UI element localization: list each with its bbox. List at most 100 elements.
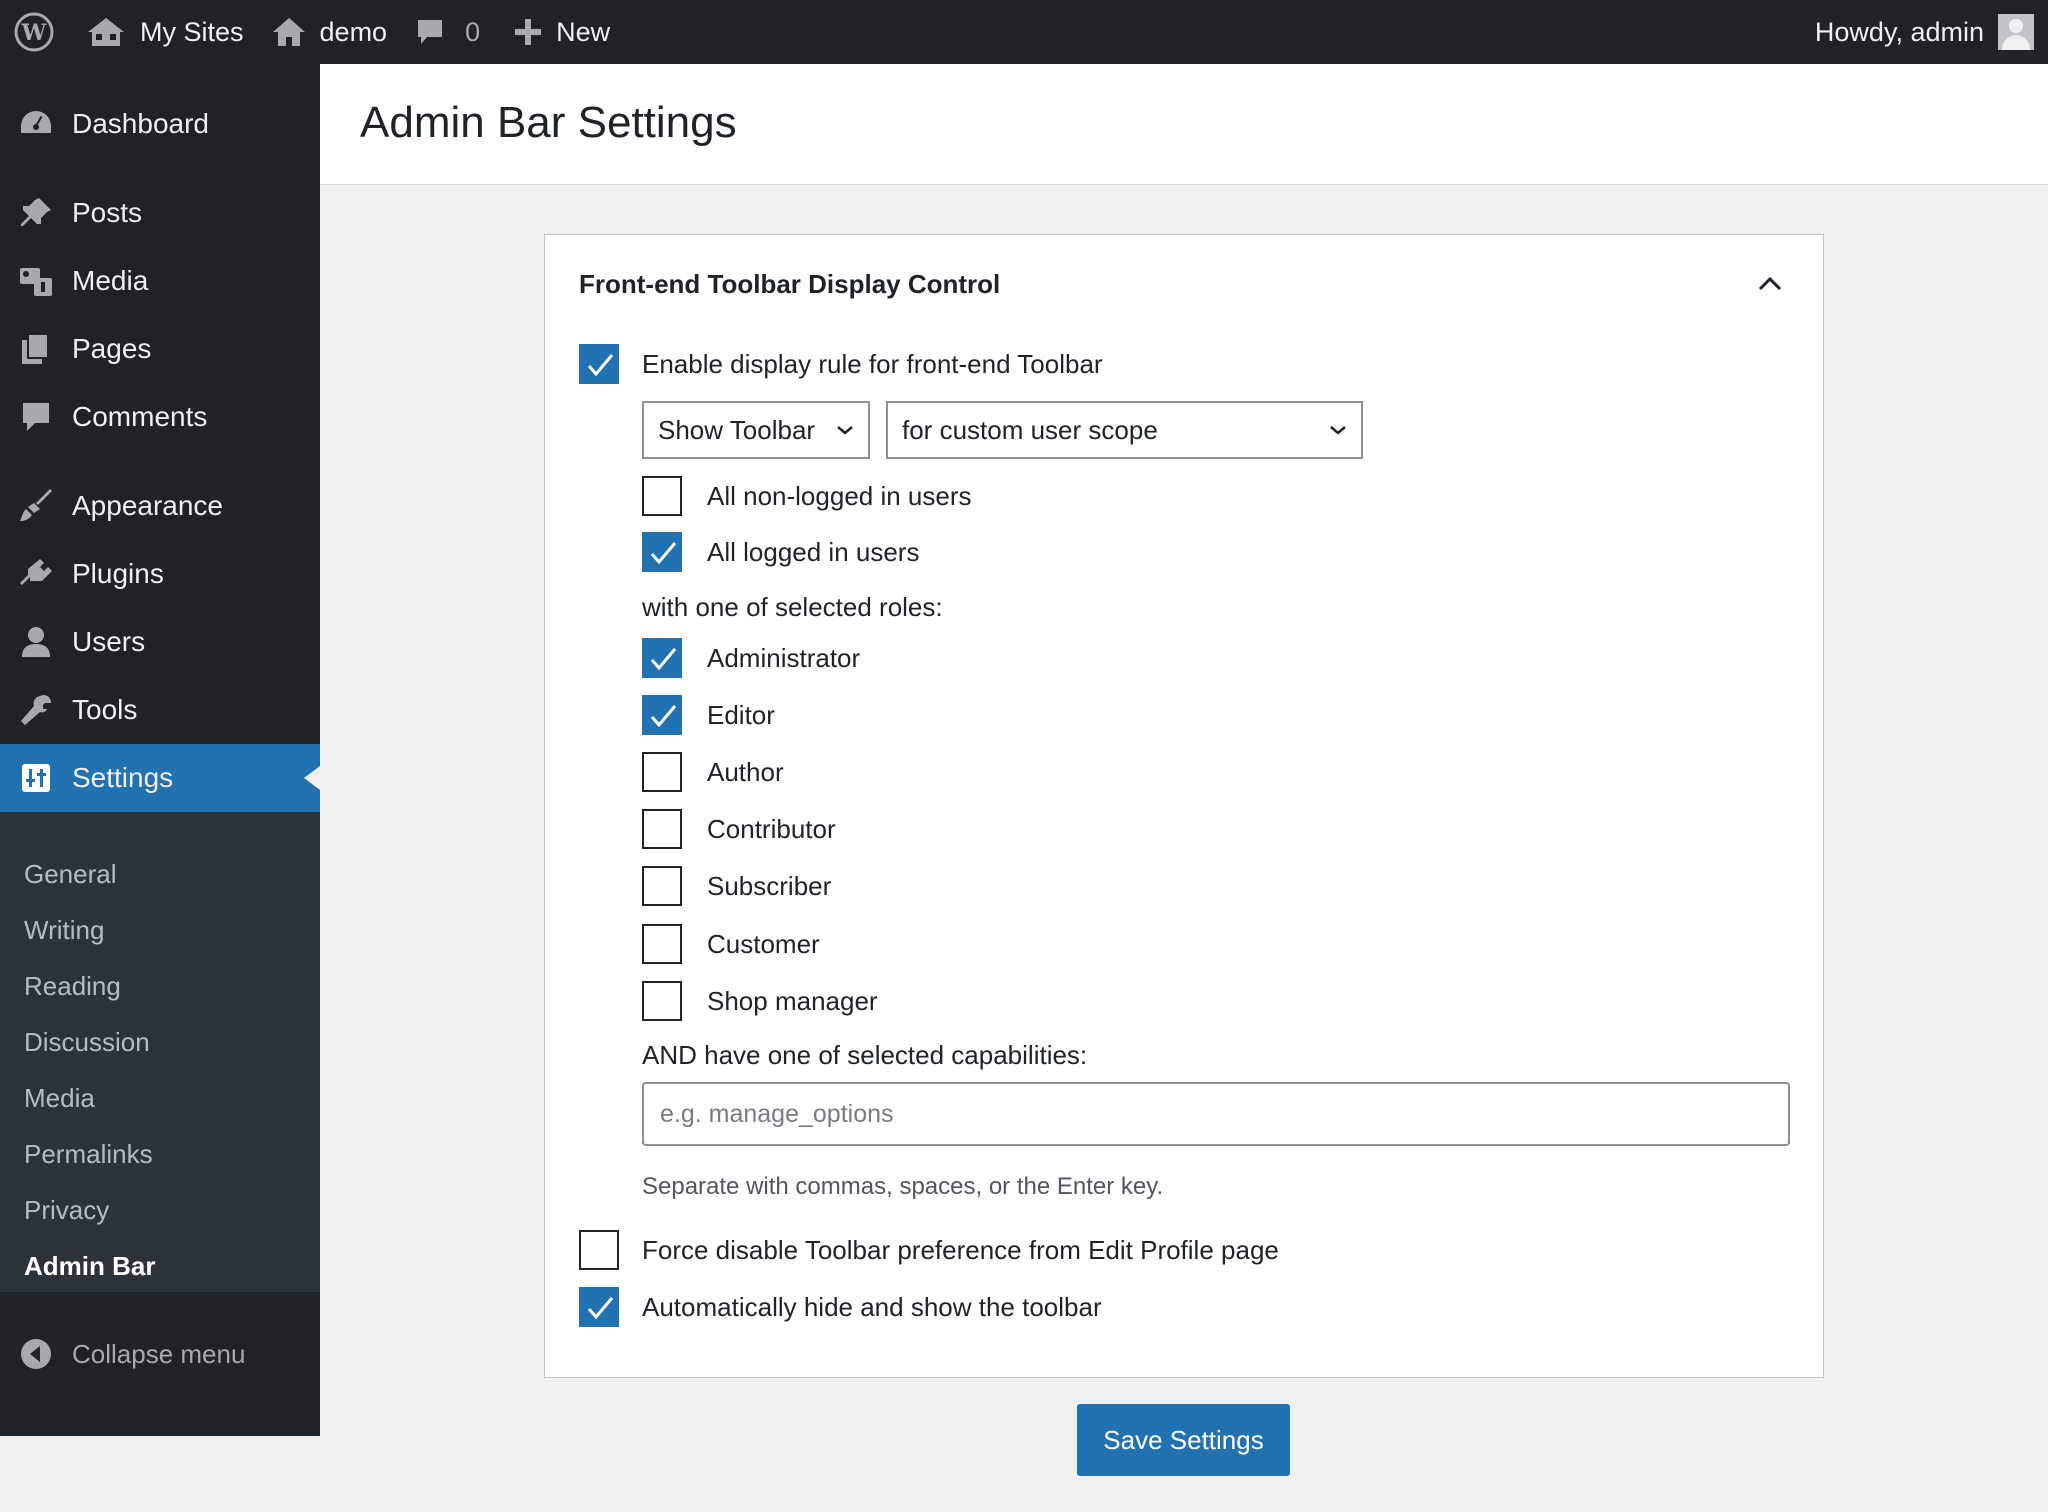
network-icon [88, 18, 124, 46]
settings-submenu: General Writing Reading Discussion Media… [0, 812, 320, 1292]
chevron-down-icon [1330, 426, 1346, 435]
sidebar-item-label: Media [72, 265, 149, 296]
role-customer-checkbox[interactable] [642, 924, 682, 964]
logged-users-checkbox[interactable] [642, 532, 682, 572]
sidebar-item-label: Plugins [72, 558, 164, 589]
sidebar-item-users[interactable]: Users [0, 608, 320, 676]
enable-rule-label: Enable display rule for front-end Toolba… [642, 349, 1103, 379]
plugin-icon [20, 559, 52, 585]
comments-menu[interactable]: 0 [401, 0, 494, 64]
pin-icon [21, 198, 51, 226]
submenu-item-general[interactable]: General [24, 854, 117, 894]
role-author-checkbox[interactable] [642, 752, 682, 792]
home-icon [272, 18, 305, 46]
sidebar-item-label: Tools [72, 694, 138, 725]
sidebar-item-label: Users [72, 626, 146, 657]
wordpress-logo-button[interactable]: W [0, 0, 72, 64]
sidebar-item-label: Settings [72, 762, 174, 793]
checkmark-icon [650, 542, 677, 565]
non-logged-users-label: All non-logged in users [707, 481, 972, 511]
submenu-item-discussion[interactable]: Discussion [24, 1022, 150, 1062]
panel-toggle-button[interactable] [1757, 275, 1783, 296]
save-settings-button[interactable]: Save Settings [1077, 1404, 1290, 1476]
submenu-item-reading[interactable]: Reading [24, 966, 121, 1006]
chevron-down-icon [837, 426, 853, 435]
my-sites-label: My Sites [140, 16, 244, 47]
checkmark-icon [587, 1297, 614, 1320]
action-select[interactable]: Show Toolbar [642, 401, 870, 459]
capabilities-heading: AND have one of selected capabilities: [642, 1040, 1088, 1070]
submenu-item-admin-bar[interactable]: Admin Bar [24, 1246, 155, 1286]
sidebar-item-plugins[interactable]: Plugins [0, 540, 320, 608]
admin-bar: W My Sites demo 0 New Howdy, admin [0, 0, 2048, 64]
page-header: Admin Bar Settings [320, 64, 2048, 185]
role-label: Author [707, 757, 784, 787]
checkmark-icon [650, 648, 677, 671]
sidebar-item-media[interactable]: Media [0, 247, 320, 315]
sidebar-item-settings[interactable]: Settings [0, 744, 320, 812]
my-sites-menu[interactable]: My Sites [72, 0, 258, 64]
comments-count: 0 [465, 16, 481, 47]
sidebar-item-tools[interactable]: Tools [0, 676, 320, 744]
sidebar-item-label: Appearance [72, 490, 224, 521]
role-label: Customer [707, 929, 820, 959]
role-editor-checkbox[interactable] [642, 695, 682, 735]
admin-menu: Dashboard Posts Media Pages Comments App… [0, 64, 320, 1436]
site-menu[interactable]: demo [258, 0, 402, 64]
brush-icon [20, 489, 52, 521]
avatar [1998, 14, 2034, 50]
role-subscriber-checkbox[interactable] [642, 866, 682, 906]
comment-icon [23, 403, 49, 431]
sidebar-item-appearance[interactable]: Appearance [0, 472, 320, 540]
sidebar-item-label: Pages [72, 333, 152, 364]
role-label: Contributor [707, 814, 836, 844]
auto-hide-label: Automatically hide and show the toolbar [642, 1292, 1102, 1322]
force-disable-label: Force disable Toolbar preference from Ed… [642, 1235, 1279, 1265]
role-administrator-checkbox[interactable] [642, 638, 682, 678]
sidebar-item-dashboard[interactable]: Dashboard [0, 90, 320, 158]
collapse-menu-button[interactable]: Collapse menu [0, 1324, 320, 1384]
non-logged-users-checkbox[interactable] [642, 476, 682, 516]
user-icon [22, 627, 50, 657]
sidebar-item-pages[interactable]: Pages [0, 315, 320, 383]
submenu-item-permalinks[interactable]: Permalinks [24, 1134, 153, 1174]
collapse-arrow-icon [21, 1339, 51, 1369]
role-shop-manager-checkbox[interactable] [642, 981, 682, 1021]
sidebar-item-label: Comments [72, 401, 208, 432]
scope-select[interactable]: for custom user scope [886, 401, 1363, 459]
sidebar-item-label: Dashboard [72, 108, 209, 139]
role-label: Shop manager [707, 986, 878, 1016]
force-disable-checkbox[interactable] [579, 1230, 619, 1270]
role-contributor-checkbox[interactable] [642, 809, 682, 849]
new-content-menu[interactable]: New [494, 0, 624, 64]
collapse-menu-label: Collapse menu [72, 1338, 246, 1369]
pages-icon [22, 333, 49, 364]
role-label: Administrator [707, 643, 861, 673]
logged-users-label: All logged in users [707, 537, 920, 567]
capabilities-input[interactable] [642, 1082, 1790, 1146]
page-title: Admin Bar Settings [360, 98, 737, 147]
submenu-item-writing[interactable]: Writing [24, 910, 104, 950]
my-account-menu[interactable]: Howdy, admin [1815, 0, 2048, 64]
sidebar-item-posts[interactable]: Posts [0, 179, 320, 247]
toolbar-display-panel: Front-end Toolbar Display Control Enable… [544, 234, 1824, 1378]
wordpress-logo-icon: W [14, 12, 54, 52]
panel-title: Front-end Toolbar Display Control [579, 269, 1001, 299]
comment-icon [418, 20, 443, 44]
sidebar-item-comments[interactable]: Comments [0, 383, 320, 451]
submenu-item-privacy[interactable]: Privacy [24, 1190, 109, 1230]
checkmark-icon [587, 354, 614, 377]
auto-hide-checkbox[interactable] [579, 1287, 619, 1327]
action-select-value: Show Toolbar [658, 414, 816, 445]
media-icon [20, 268, 52, 296]
new-label: New [556, 16, 611, 47]
svg-text:W: W [21, 20, 47, 46]
plus-icon [515, 19, 542, 45]
wrench-icon [21, 695, 51, 725]
sidebar-item-label: Posts [72, 197, 143, 228]
enable-rule-checkbox[interactable] [579, 344, 619, 384]
capabilities-hint: Separate with commas, spaces, or the Ent… [642, 1173, 1164, 1200]
submenu-item-media[interactable]: Media [24, 1078, 95, 1118]
dashboard-icon [21, 111, 51, 133]
role-label: Editor [707, 700, 775, 730]
